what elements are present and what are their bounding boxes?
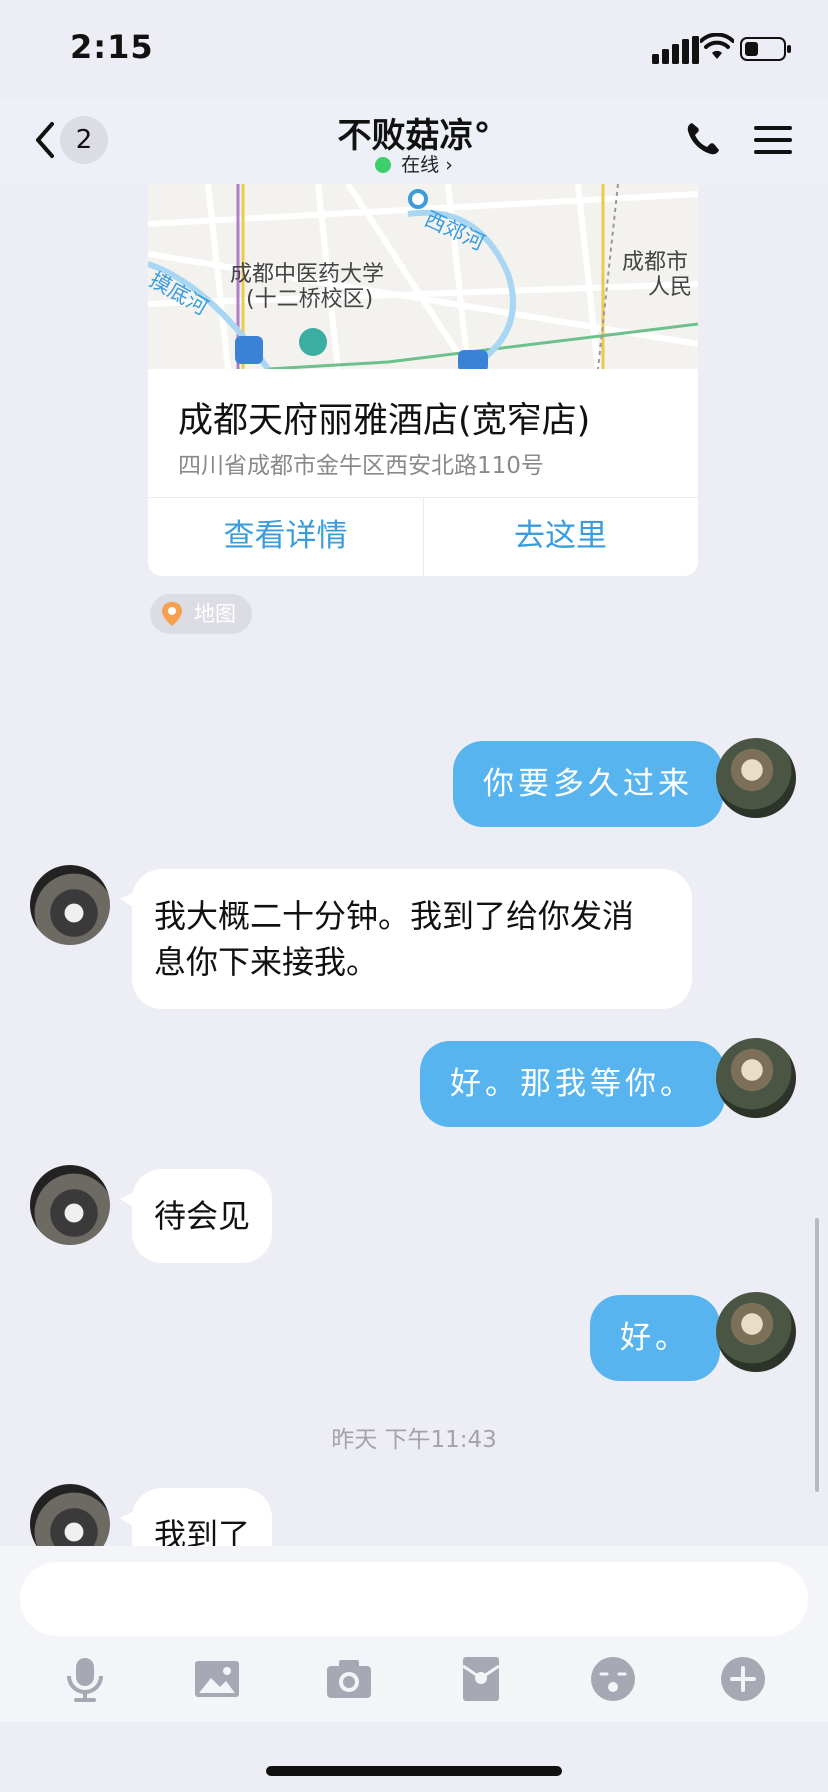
contact-avatar[interactable] [30,1484,110,1546]
map-label-poi4: 人民 [648,275,692,300]
message-bubble-incoming[interactable]: 我到了 [119,1488,273,1546]
camera-icon[interactable] [324,1654,374,1704]
red-packet-icon[interactable] [456,1654,506,1704]
message-bubble-outgoing[interactable]: 你要多久过来 [453,741,735,827]
message-timestamp: 昨天 下午11:43 [331,1427,497,1453]
location-pin-icon [162,602,182,626]
message-bubble-incoming[interactable]: 待会见 [119,1169,273,1263]
status-bar: 2:15 [0,0,828,100]
map-label-poi3: 成都市 [622,250,688,275]
location-card[interactable]: 西郊河 摸底河 成都中医药大学 (十二桥校区) 成都市 人民 成都天府丽雅酒店(… [148,184,698,576]
battery-icon [740,37,791,61]
map-tag[interactable]: 地图 [150,594,252,634]
menu-icon[interactable] [754,122,792,158]
wifi-icon [700,33,734,59]
map-tag-label: 地图 [194,602,236,626]
location-address: 四川省成都市金牛区西安北路110号 [178,453,544,479]
contact-avatar[interactable] [30,1165,110,1245]
contact-avatar[interactable] [30,865,110,945]
location-name: 成都天府丽雅酒店(宽窄店) [178,401,591,441]
message-input[interactable] [20,1562,808,1636]
navigate-here-button[interactable]: 去这里 [423,497,698,576]
chat-header: 2 不败菇凉° 在线 › [0,100,828,184]
message-bubble-incoming[interactable]: 我大概二十分钟。我到了给你发消 息你下来接我。 [120,869,692,1009]
map-preview[interactable]: 西郊河 摸底河 成都中医药大学 (十二桥校区) 成都市 人民 [148,184,698,369]
cellular-signal-icon [652,36,699,64]
my-avatar[interactable] [716,738,796,818]
view-details-button[interactable]: 查看详情 [148,497,423,576]
my-avatar[interactable] [716,1038,796,1118]
phone-icon[interactable] [684,120,722,158]
image-icon[interactable] [192,1654,242,1704]
chat-messages[interactable]: 西郊河 摸底河 成都中医药大学 (十二桥校区) 成都市 人民 成都天府丽雅酒店(… [0,184,828,1546]
scrollbar[interactable] [815,1218,819,1492]
my-avatar[interactable] [716,1292,796,1372]
home-indicator[interactable] [266,1766,562,1776]
message-bubble-outgoing[interactable]: 好。 [590,1295,732,1381]
message-line: 息你下来接我。 [154,943,379,981]
online-dot-icon [375,157,392,173]
presence-label: 在线 › [401,154,453,176]
map-label-poi1: 成都中医药大学 [230,262,384,287]
input-area [0,1546,828,1722]
emoji-icon[interactable] [588,1654,638,1704]
status-time: 2:15 [70,28,154,66]
mic-icon[interactable] [60,1654,110,1704]
map-label-poi2: (十二桥校区) [246,287,373,312]
message-line: 我大概二十分钟。我到了给你发消 [154,897,635,935]
message-bubble-outgoing[interactable]: 好。那我等你。 [420,1041,737,1127]
plus-icon[interactable] [718,1654,768,1704]
